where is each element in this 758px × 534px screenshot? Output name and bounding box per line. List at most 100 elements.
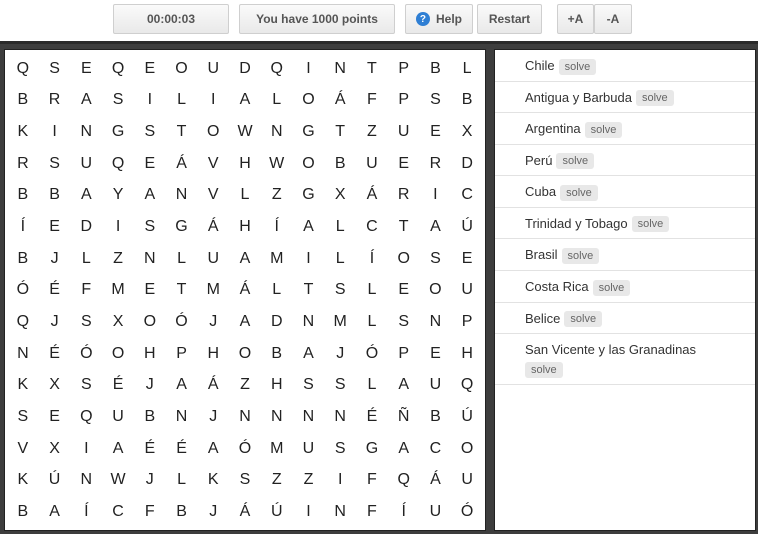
grid-cell[interactable]: É [39, 338, 71, 370]
grid-cell[interactable]: W [261, 148, 293, 180]
grid-cell[interactable]: Í [388, 496, 420, 528]
grid-cell[interactable]: O [451, 433, 483, 465]
grid-cell[interactable]: Í [70, 496, 102, 528]
grid-cell[interactable]: Ñ [388, 401, 420, 433]
grid-cell[interactable]: U [197, 243, 229, 275]
grid-cell[interactable]: G [102, 116, 134, 148]
grid-cell[interactable]: Ó [451, 496, 483, 528]
grid-cell[interactable]: Ó [166, 306, 198, 338]
grid-cell[interactable]: N [293, 306, 325, 338]
grid-cell[interactable]: E [39, 211, 71, 243]
grid-cell[interactable]: O [420, 275, 452, 307]
grid-cell[interactable]: E [451, 243, 483, 275]
grid-cell[interactable]: Á [166, 148, 198, 180]
grid-cell[interactable]: G [293, 116, 325, 148]
grid-cell[interactable]: H [229, 148, 261, 180]
help-button[interactable]: ? Help [405, 4, 473, 34]
grid-cell[interactable]: Á [356, 180, 388, 212]
restart-button[interactable]: Restart [477, 4, 542, 34]
grid-cell[interactable]: L [356, 370, 388, 402]
grid-cell[interactable]: O [197, 116, 229, 148]
grid-cell[interactable]: I [324, 465, 356, 497]
grid-cell[interactable]: B [420, 401, 452, 433]
grid-cell[interactable]: A [134, 180, 166, 212]
grid-cell[interactable]: Á [229, 275, 261, 307]
grid-cell[interactable]: I [70, 433, 102, 465]
grid-cell[interactable]: N [324, 401, 356, 433]
grid-cell[interactable]: G [293, 180, 325, 212]
grid-cell[interactable]: N [324, 53, 356, 85]
grid-cell[interactable]: L [451, 53, 483, 85]
grid-cell[interactable]: A [420, 211, 452, 243]
grid-cell[interactable]: P [166, 338, 198, 370]
grid-cell[interactable]: F [356, 465, 388, 497]
grid-cell[interactable]: R [39, 85, 71, 117]
grid-cell[interactable]: H [451, 338, 483, 370]
grid-cell[interactable]: O [134, 306, 166, 338]
grid-cell[interactable]: Ú [39, 465, 71, 497]
grid-cell[interactable]: M [324, 306, 356, 338]
grid-cell[interactable]: B [39, 180, 71, 212]
grid-cell[interactable]: A [166, 370, 198, 402]
grid-cell[interactable]: T [293, 275, 325, 307]
grid-cell[interactable]: L [324, 243, 356, 275]
grid-cell[interactable]: U [197, 53, 229, 85]
grid-cell[interactable]: Y [102, 180, 134, 212]
grid-cell[interactable]: B [7, 180, 39, 212]
grid-cell[interactable]: K [197, 465, 229, 497]
grid-cell[interactable]: B [134, 401, 166, 433]
grid-cell[interactable]: H [134, 338, 166, 370]
grid-cell[interactable]: Z [293, 465, 325, 497]
grid-cell[interactable]: E [134, 275, 166, 307]
grid-cell[interactable]: L [70, 243, 102, 275]
grid-cell[interactable]: Z [356, 116, 388, 148]
grid-cell[interactable]: I [39, 116, 71, 148]
grid-cell[interactable]: S [324, 275, 356, 307]
grid-cell[interactable]: K [7, 465, 39, 497]
grid-cell[interactable]: A [388, 433, 420, 465]
grid-cell[interactable]: E [39, 401, 71, 433]
grid-cell[interactable]: A [293, 211, 325, 243]
grid-cell[interactable]: A [70, 180, 102, 212]
grid-cell[interactable]: M [102, 275, 134, 307]
solve-button[interactable]: solve [564, 311, 603, 328]
grid-cell[interactable]: J [134, 370, 166, 402]
grid-cell[interactable]: U [70, 148, 102, 180]
grid-cell[interactable]: T [166, 116, 198, 148]
grid-cell[interactable]: L [229, 180, 261, 212]
grid-cell[interactable]: E [134, 53, 166, 85]
grid-cell[interactable]: G [356, 433, 388, 465]
grid-cell[interactable]: U [388, 116, 420, 148]
grid-cell[interactable]: U [356, 148, 388, 180]
grid-cell[interactable]: N [166, 180, 198, 212]
solve-button[interactable]: solve [561, 247, 600, 264]
grid-cell[interactable]: A [39, 496, 71, 528]
grid-cell[interactable]: P [388, 338, 420, 370]
grid-cell[interactable]: D [451, 148, 483, 180]
grid-cell[interactable]: F [356, 85, 388, 117]
grid-cell[interactable]: Q [388, 465, 420, 497]
grid-cell[interactable]: J [197, 306, 229, 338]
grid-cell[interactable]: C [356, 211, 388, 243]
grid-cell[interactable]: N [261, 401, 293, 433]
grid-cell[interactable]: E [134, 148, 166, 180]
grid-cell[interactable]: F [70, 275, 102, 307]
grid-cell[interactable]: T [356, 53, 388, 85]
grid-cell[interactable]: Ó [356, 338, 388, 370]
grid-cell[interactable]: Q [102, 53, 134, 85]
font-increase-button[interactable]: +A [557, 4, 594, 34]
grid-cell[interactable]: N [261, 116, 293, 148]
grid-cell[interactable]: S [134, 116, 166, 148]
grid-cell[interactable]: E [420, 116, 452, 148]
grid-cell[interactable]: Ó [70, 338, 102, 370]
grid-cell[interactable]: Á [197, 370, 229, 402]
solve-button[interactable]: solve [556, 153, 595, 170]
grid-cell[interactable]: Á [420, 465, 452, 497]
grid-cell[interactable]: Ú [261, 496, 293, 528]
solve-button[interactable]: solve [635, 90, 674, 107]
grid-cell[interactable]: S [70, 370, 102, 402]
grid-cell[interactable]: B [451, 85, 483, 117]
grid-cell[interactable]: X [39, 433, 71, 465]
grid-cell[interactable]: N [229, 401, 261, 433]
grid-cell[interactable]: B [420, 53, 452, 85]
